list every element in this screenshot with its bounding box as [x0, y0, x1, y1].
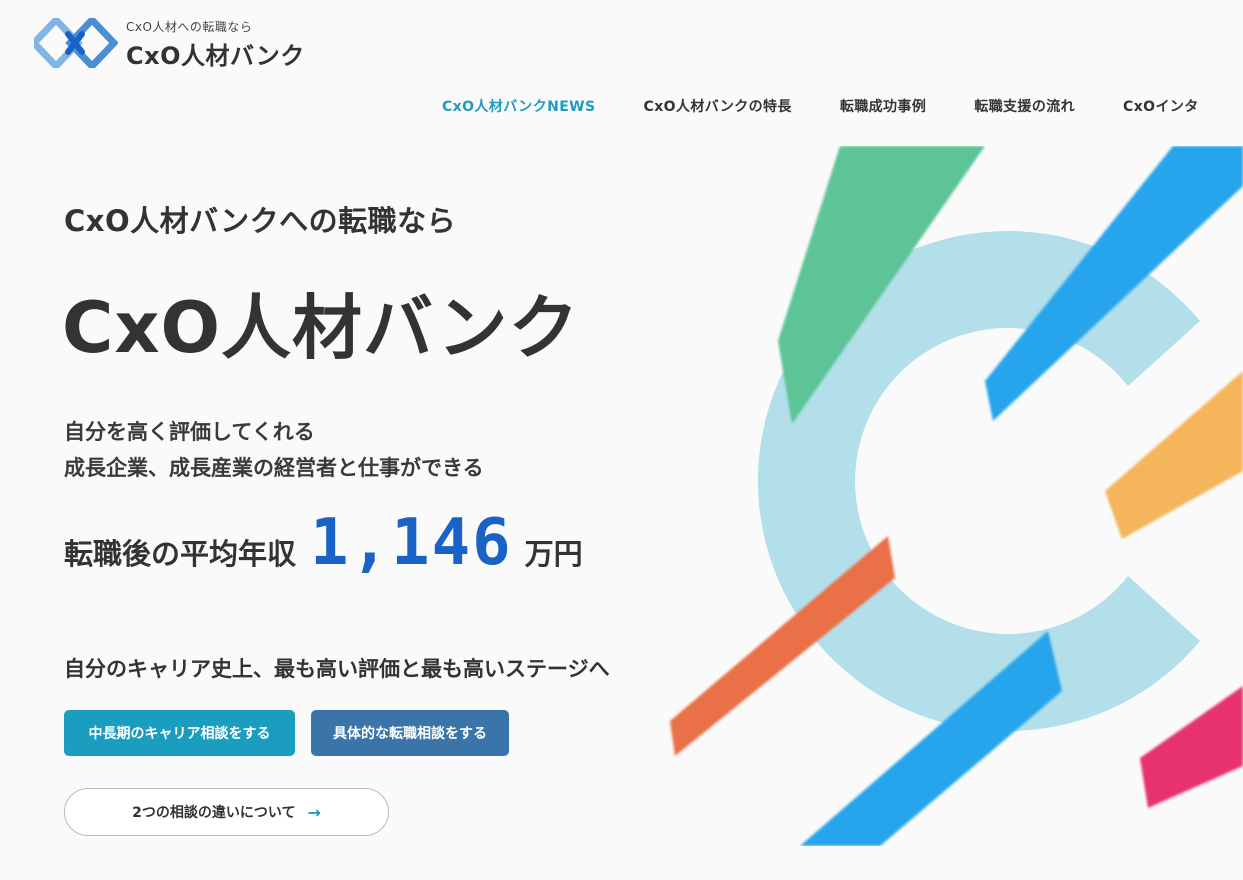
consultation-difference-label: 2つの相談の違いについて: [132, 805, 296, 821]
arrow-right-icon: →: [307, 802, 321, 822]
orange-stripe: [1105, 371, 1243, 539]
logo-name: CxO人材バンク: [126, 42, 305, 70]
nav-item-interview[interactable]: CxOインタ: [1123, 96, 1199, 116]
logo-tagline: CxO人材への転職なら: [126, 20, 253, 34]
nav-item-news[interactable]: CxO人材バンクNEWS: [442, 96, 596, 116]
site-header: CxO人材への転職なら CxO人材バンク CxO人材バンクNEWS CxO人材バ…: [0, 0, 1243, 146]
diamond-logo-icon: [34, 18, 118, 68]
hero-subtitle-line-1: 自分を高く評価してくれる: [64, 420, 315, 444]
job-change-consultation-button[interactable]: 具体的な転職相談をする: [311, 710, 509, 756]
average-salary: 転職後の平均年収 1,146 万円: [64, 506, 583, 580]
salary-value: 1,146: [310, 506, 513, 580]
nav-item-support-flow[interactable]: 転職支援の流れ: [974, 96, 1075, 116]
main-nav: CxO人材バンクNEWS CxO人材バンクの特長 転職成功事例 転職支援の流れ …: [442, 96, 1243, 116]
nav-item-features[interactable]: CxO人材バンクの特長: [644, 96, 792, 116]
salary-unit: 万円: [524, 537, 583, 571]
career-consultation-button[interactable]: 中長期のキャリア相談をする: [64, 710, 295, 756]
hero-eyebrow: CxO人材バンクへの転職なら: [64, 204, 457, 238]
hero-graphic: [660, 146, 1243, 846]
nav-item-success-cases[interactable]: 転職成功事例: [840, 96, 926, 116]
pink-stripe: [1140, 686, 1243, 808]
consultation-difference-button[interactable]: 2つの相談の違いについて →: [64, 788, 389, 836]
site-logo[interactable]: CxO人材への転職なら CxO人材バンク: [34, 16, 324, 72]
hero-subtitle: 自分を高く評価してくれる 成長企業、成長産業の経営者と仕事ができる: [64, 414, 484, 486]
hero-tagline: 自分のキャリア史上、最も高い評価と最も高いステージへ: [64, 657, 610, 681]
salary-label: 転職後の平均年収: [64, 537, 297, 571]
hero-subtitle-line-2: 成長企業、成長産業の経営者と仕事ができる: [64, 456, 484, 480]
hero-title: CxO人材バンク: [62, 287, 580, 369]
